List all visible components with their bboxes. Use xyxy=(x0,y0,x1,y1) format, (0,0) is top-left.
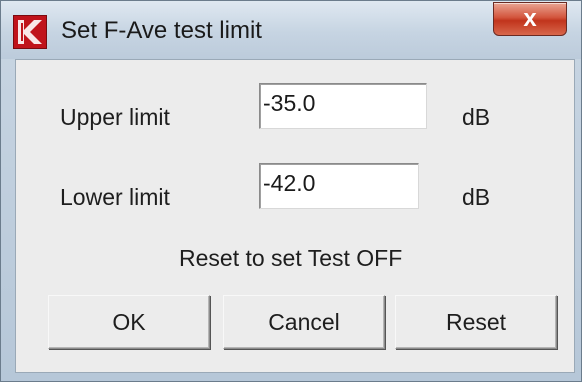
upper-limit-label: Upper limit xyxy=(60,104,170,130)
title-bar[interactable]: Set F-Ave test limit x xyxy=(1,1,581,59)
reset-hint-text: Reset to set Test OFF xyxy=(179,245,403,271)
ok-button[interactable]: OK xyxy=(48,295,210,349)
app-logo-icon xyxy=(13,15,47,49)
dialog-window: Set F-Ave test limit x Upper limit -35.0… xyxy=(0,0,582,382)
close-button[interactable]: x xyxy=(493,2,567,36)
lower-limit-unit: dB xyxy=(462,184,491,210)
window-title: Set F-Ave test limit xyxy=(61,17,262,44)
upper-limit-input[interactable]: -35.0 xyxy=(259,83,427,129)
lower-limit-input[interactable]: -42.0 xyxy=(259,163,419,209)
upper-limit-unit: dB xyxy=(462,104,491,130)
close-icon: x xyxy=(523,5,537,32)
cancel-button[interactable]: Cancel xyxy=(223,295,385,349)
lower-limit-label: Lower limit xyxy=(60,184,170,210)
reset-button[interactable]: Reset xyxy=(395,295,557,349)
